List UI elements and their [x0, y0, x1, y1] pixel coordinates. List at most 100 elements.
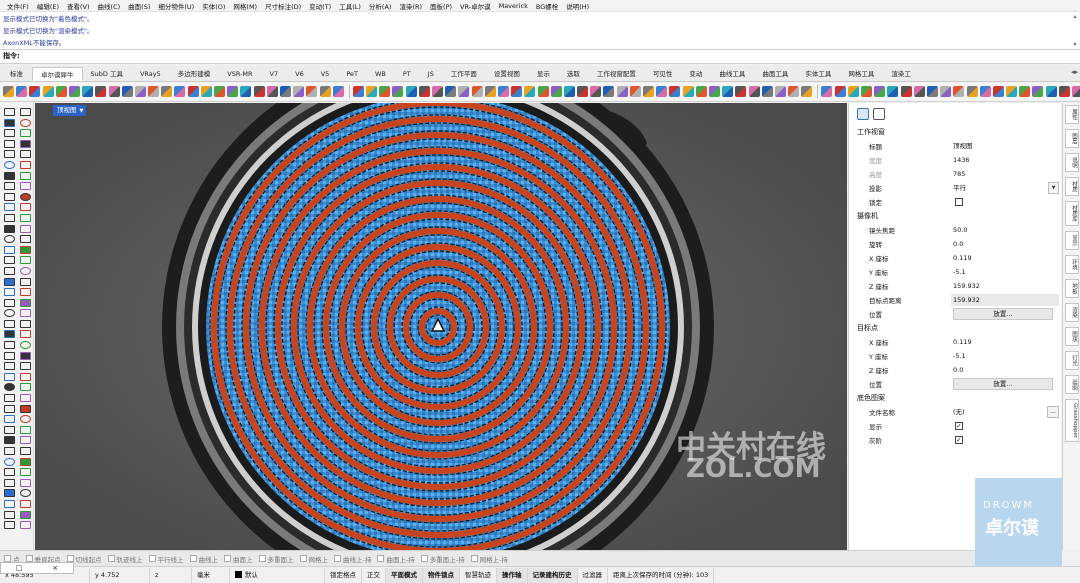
scroll-down-icon[interactable]: ▾ — [1072, 42, 1078, 48]
osnap-option[interactable]: 网格上-持 — [470, 554, 508, 564]
left-tool-button[interactable] — [18, 404, 32, 415]
tab-item[interactable]: VRay5 — [132, 67, 170, 81]
property-value[interactable]: -5.1 — [951, 266, 1059, 278]
property-checkbox[interactable] — [951, 196, 1059, 208]
toolbar-tool-icon[interactable] — [134, 86, 146, 97]
left-tool-button[interactable] — [18, 149, 32, 160]
left-tool-button[interactable] — [18, 425, 32, 436]
osnap-option[interactable]: 曲线上 — [189, 554, 218, 564]
toolbar-tool-icon[interactable] — [629, 86, 641, 97]
toolbar-tool-icon[interactable] — [200, 86, 212, 97]
toolbar-tool-icon[interactable] — [643, 86, 654, 97]
close-icon[interactable]: × — [52, 564, 58, 572]
side-tab[interactable]: 属性 — [1065, 105, 1079, 124]
left-tool-button[interactable] — [2, 128, 16, 139]
left-tool-button[interactable] — [2, 149, 16, 160]
tab-item[interactable]: 选取 — [559, 67, 589, 81]
menu-item[interactable]: 网格(M) — [229, 1, 261, 11]
side-tab[interactable]: 渲染 — [1065, 302, 1079, 322]
toolbar-tool-icon[interactable] — [708, 86, 720, 97]
left-tool-button[interactable] — [2, 277, 16, 288]
left-tool-button[interactable] — [18, 393, 32, 404]
toolbar-tool-icon[interactable] — [405, 86, 417, 97]
tab-item[interactable]: 工作视窗配置 — [589, 67, 645, 81]
property-value[interactable]: 159.932 — [951, 280, 1059, 292]
toolbar-tool-icon[interactable] — [887, 86, 899, 97]
osnap-checkbox[interactable] — [4, 555, 11, 562]
tab-item[interactable]: 设置视图 — [486, 67, 529, 81]
toolbar-tool-icon[interactable] — [471, 86, 483, 97]
left-tool-button[interactable] — [2, 255, 16, 266]
left-tool-button[interactable] — [18, 435, 32, 446]
osnap-checkbox[interactable] — [299, 555, 307, 562]
left-tool-button[interactable] — [18, 277, 32, 288]
toolbar-tool-icon[interactable] — [332, 86, 344, 97]
toolbar-tool-icon[interactable] — [29, 86, 41, 97]
toolbar-tool-icon[interactable] — [121, 86, 133, 97]
status-toggle[interactable]: 锁定格点 — [325, 567, 362, 583]
left-tool-button[interactable] — [2, 287, 16, 298]
left-tool-button[interactable] — [2, 340, 16, 351]
osnap-option[interactable]: 网格上 — [299, 554, 328, 564]
property-value[interactable]: 159.932 — [951, 294, 1059, 306]
left-tool-button[interactable] — [18, 139, 32, 150]
toolbar-tool-icon[interactable] — [874, 86, 886, 97]
toolbar-tool-icon[interactable] — [3, 86, 14, 97]
property-value[interactable]: 平行 ▼ — [951, 182, 1059, 194]
menu-item[interactable]: 文件(F) — [3, 1, 33, 11]
toolbar-tool-icon[interactable] — [418, 86, 430, 97]
toolbar-tool-icon[interactable] — [524, 86, 536, 97]
tab-item[interactable]: PT — [395, 67, 420, 81]
toolbar-tool-icon[interactable] — [1058, 86, 1070, 97]
side-tab[interactable]: 说明 — [1065, 153, 1079, 172]
toolbar-tool-icon[interactable] — [319, 86, 331, 97]
menu-item[interactable]: 曲线(C) — [94, 1, 125, 11]
left-tool-button[interactable] — [2, 351, 16, 362]
viewport-props-icon[interactable] — [873, 108, 885, 120]
left-tool-button[interactable] — [18, 192, 32, 203]
left-tool-button[interactable] — [2, 319, 16, 330]
side-tab[interactable]: 灯光 — [1065, 350, 1079, 370]
property-value[interactable]: (无)... — [951, 406, 1059, 418]
osnap-option[interactable]: 曲面上 — [224, 554, 253, 564]
status-toggle[interactable]: 记录建构历史 — [527, 567, 578, 583]
tab-item[interactable]: 渲染工 — [883, 67, 920, 81]
osnap-option[interactable]: 多重面上-持 — [420, 554, 465, 564]
toolbar-tool-icon[interactable] — [992, 86, 1004, 97]
toolbar-tool-icon[interactable] — [95, 86, 107, 97]
left-tool-button[interactable] — [2, 457, 16, 468]
tab-item[interactable]: V5 — [313, 67, 339, 81]
command-prompt[interactable]: 指令: — [0, 50, 1080, 64]
tab-item[interactable]: VSR-MR — [219, 67, 261, 81]
toolbar-tool-icon[interactable] — [82, 86, 94, 97]
side-tab[interactable]: Grasshopper — [1065, 398, 1079, 442]
left-tool-button[interactable] — [18, 255, 32, 266]
toolbar-tool-icon[interactable] — [161, 86, 173, 97]
tab-item[interactable]: 卓尔谟犀牛 — [32, 67, 83, 81]
toolbar-tool-icon[interactable] — [722, 86, 734, 97]
left-tool-button[interactable] — [2, 488, 16, 499]
toolbar-tool-icon[interactable] — [788, 86, 800, 97]
left-tool-button[interactable] — [2, 234, 16, 245]
osnap-option[interactable]: 平行线上 — [148, 554, 184, 564]
toolbar-tool-icon[interactable] — [913, 86, 925, 97]
left-tool-button[interactable] — [2, 382, 16, 393]
osnap-checkbox[interactable] — [107, 555, 115, 562]
toolbar-tool-icon[interactable] — [966, 86, 978, 97]
toolbar-tool-icon[interactable] — [293, 86, 305, 97]
status-toggle[interactable]: 平面模式 — [386, 567, 423, 583]
left-tool-button[interactable] — [2, 213, 16, 224]
left-tool-button[interactable] — [18, 160, 32, 171]
left-tool-button[interactable] — [2, 192, 16, 203]
menu-item[interactable]: 说明(H) — [562, 1, 593, 11]
toolbar-tool-icon[interactable] — [458, 86, 470, 97]
left-tool-button[interactable] — [18, 181, 32, 192]
left-tool-button[interactable] — [2, 160, 16, 171]
menu-item[interactable]: 实体(O) — [198, 1, 229, 11]
place-button-label[interactable]: 放置... — [953, 378, 1053, 390]
chevron-down-icon[interactable]: ▼ — [1048, 182, 1059, 194]
toolbar-tool-icon[interactable] — [392, 86, 404, 97]
toolbar-tool-icon[interactable] — [761, 86, 773, 97]
left-tool-button[interactable] — [2, 181, 16, 192]
left-tool-button[interactable] — [18, 245, 32, 256]
